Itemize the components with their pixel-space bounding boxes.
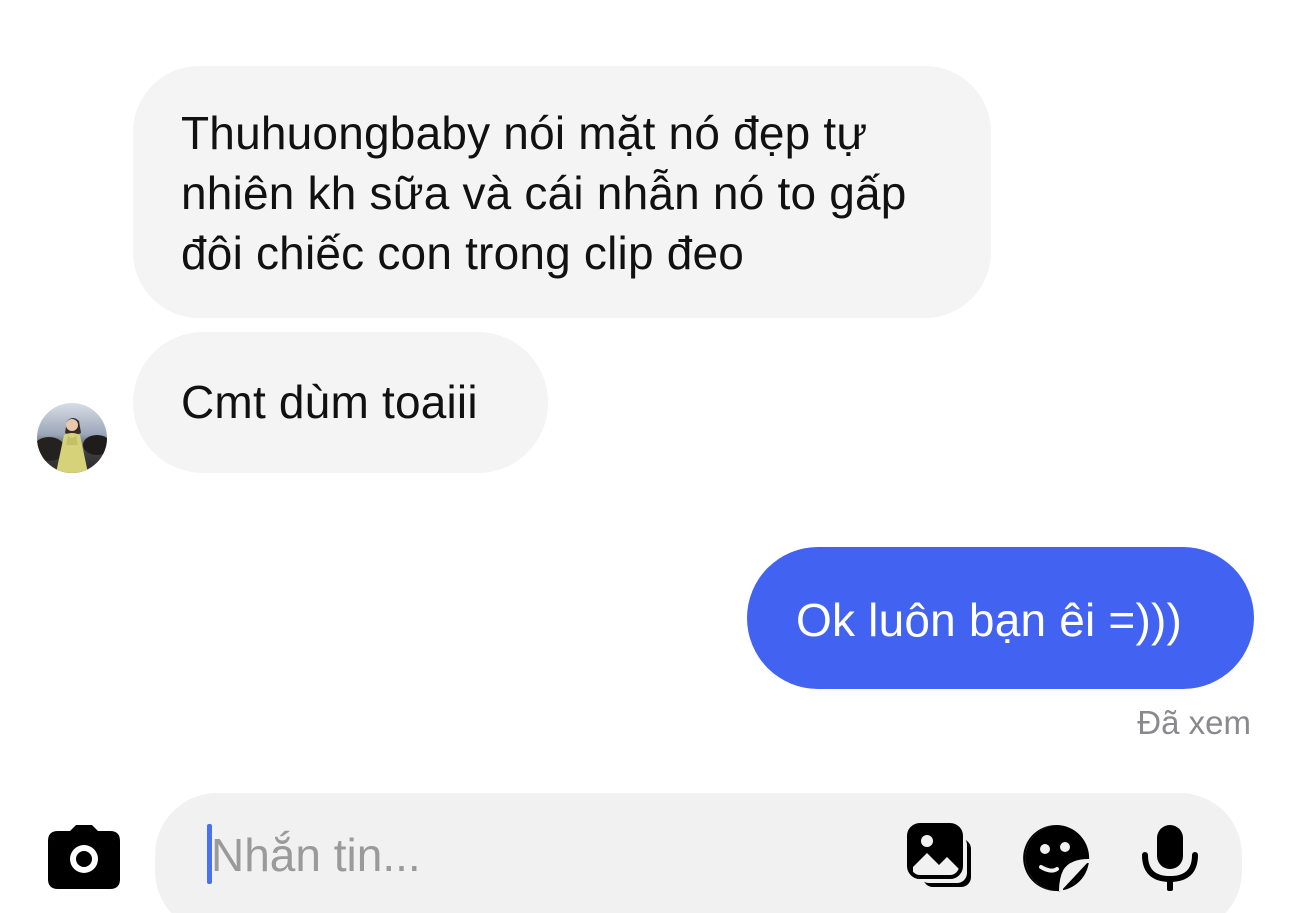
message-text-line: nhiên kh sữa và cái nhẫn nó to gấp bbox=[181, 167, 907, 219]
avatar-image bbox=[37, 403, 107, 473]
chat-screen: Thuhuongbaby nói mặt nó đẹp tự nhiên kh … bbox=[0, 0, 1290, 913]
message-text: Cmt dùm toaiii bbox=[181, 376, 478, 428]
read-receipt: Đã xem bbox=[1137, 704, 1251, 741]
incoming-message-bubble[interactable]: Cmt dùm toaiii bbox=[133, 332, 548, 473]
message-composer[interactable] bbox=[155, 793, 1242, 913]
message-input[interactable] bbox=[205, 823, 901, 887]
message-text-line: Thuhuongbaby nói mặt nó đẹp tự bbox=[181, 107, 868, 159]
gallery-icon bbox=[907, 823, 971, 887]
microphone-icon bbox=[1142, 825, 1198, 891]
sticker-button[interactable] bbox=[1021, 823, 1091, 893]
camera-button[interactable] bbox=[48, 825, 120, 889]
camera-icon bbox=[48, 825, 120, 889]
outgoing-message-bubble[interactable]: Ok luôn bạn êi =))) bbox=[747, 547, 1254, 689]
contact-avatar[interactable] bbox=[37, 403, 107, 473]
sticker-icon bbox=[1023, 824, 1090, 892]
message-text: Ok luôn bạn êi =))) bbox=[796, 594, 1183, 646]
message-text-line: đôi chiếc con trong clip đeo bbox=[181, 227, 745, 279]
incoming-message-bubble[interactable]: Thuhuongbaby nói mặt nó đẹp tự nhiên kh … bbox=[133, 66, 991, 318]
text-caret bbox=[207, 824, 212, 884]
microphone-button[interactable] bbox=[1135, 823, 1205, 893]
gallery-button[interactable] bbox=[907, 823, 977, 893]
